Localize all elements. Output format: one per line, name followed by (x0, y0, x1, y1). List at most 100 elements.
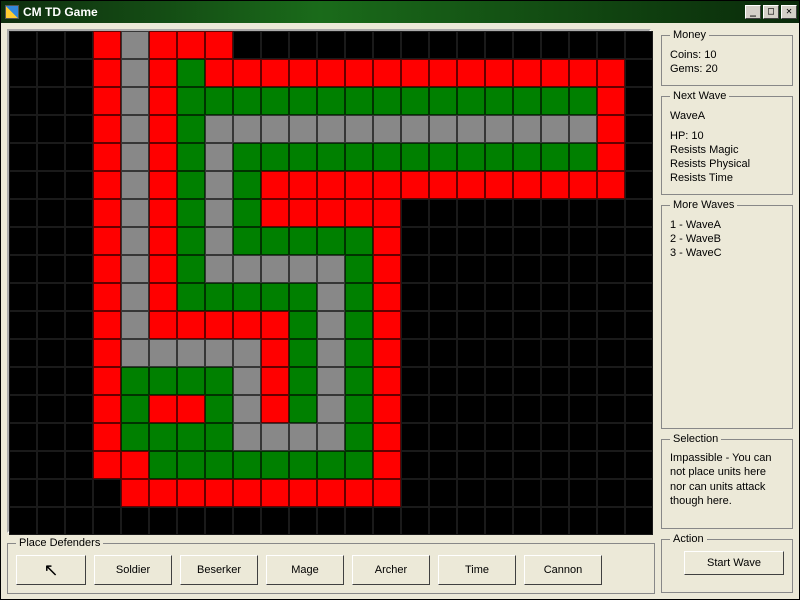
map-cell[interactable] (93, 479, 121, 507)
map-cell[interactable] (317, 423, 345, 451)
map-cell[interactable] (65, 255, 93, 283)
map-cell[interactable] (317, 87, 345, 115)
map-cell[interactable] (317, 339, 345, 367)
map-cell[interactable] (233, 367, 261, 395)
map-cell[interactable] (541, 311, 569, 339)
map-cell[interactable] (93, 199, 121, 227)
map-cell[interactable] (625, 255, 653, 283)
map-cell[interactable] (177, 115, 205, 143)
map-cell[interactable] (121, 227, 149, 255)
map-cell[interactable] (485, 423, 513, 451)
map-cell[interactable] (9, 143, 37, 171)
map-cell[interactable] (513, 395, 541, 423)
map-cell[interactable] (373, 171, 401, 199)
map-cell[interactable] (37, 367, 65, 395)
map-cell[interactable] (345, 339, 373, 367)
map-cell[interactable] (149, 59, 177, 87)
defender-button-cannon[interactable]: Cannon (524, 555, 602, 585)
map-cell[interactable] (345, 31, 373, 59)
map-cell[interactable] (429, 339, 457, 367)
defender-button-mage[interactable]: Mage (266, 555, 344, 585)
map-cell[interactable] (373, 199, 401, 227)
map-cell[interactable] (37, 59, 65, 87)
map-cell[interactable] (457, 283, 485, 311)
map-cell[interactable] (93, 143, 121, 171)
map-cell[interactable] (205, 59, 233, 87)
map-cell[interactable] (177, 143, 205, 171)
map-cell[interactable] (541, 451, 569, 479)
map-cell[interactable] (485, 115, 513, 143)
map-cell[interactable] (373, 31, 401, 59)
map-cell[interactable] (317, 171, 345, 199)
map-cell[interactable] (513, 367, 541, 395)
map-cell[interactable] (513, 479, 541, 507)
map-cell[interactable] (597, 339, 625, 367)
map-cell[interactable] (373, 143, 401, 171)
map-cell[interactable] (93, 115, 121, 143)
map-cell[interactable] (457, 339, 485, 367)
map-cell[interactable] (9, 59, 37, 87)
map-cell[interactable] (457, 171, 485, 199)
map-cell[interactable] (569, 227, 597, 255)
map-cell[interactable] (205, 87, 233, 115)
map-cell[interactable] (65, 451, 93, 479)
defender-button-soldier[interactable]: Soldier (94, 555, 172, 585)
map-cell[interactable] (345, 115, 373, 143)
map-cell[interactable] (289, 31, 317, 59)
start-wave-button[interactable]: Start Wave (684, 551, 784, 575)
map-cell[interactable] (597, 367, 625, 395)
map-cell[interactable] (65, 395, 93, 423)
map-cell[interactable] (261, 171, 289, 199)
map-cell[interactable] (569, 367, 597, 395)
map-cell[interactable] (569, 31, 597, 59)
map-cell[interactable] (177, 395, 205, 423)
map-cell[interactable] (121, 479, 149, 507)
map-cell[interactable] (569, 507, 597, 535)
map-cell[interactable] (205, 395, 233, 423)
map-cell[interactable] (121, 451, 149, 479)
map-cell[interactable] (93, 227, 121, 255)
map-cell[interactable] (289, 479, 317, 507)
map-cell[interactable] (37, 227, 65, 255)
map-cell[interactable] (289, 451, 317, 479)
map-cell[interactable] (261, 227, 289, 255)
map-cell[interactable] (569, 199, 597, 227)
map-cell[interactable] (541, 367, 569, 395)
map-cell[interactable] (401, 59, 429, 87)
map-cell[interactable] (541, 479, 569, 507)
map-cell[interactable] (513, 255, 541, 283)
map-cell[interactable] (121, 199, 149, 227)
map-cell[interactable] (345, 171, 373, 199)
map-cell[interactable] (149, 199, 177, 227)
map-cell[interactable] (485, 395, 513, 423)
map-cell[interactable] (149, 311, 177, 339)
map-cell[interactable] (373, 283, 401, 311)
map-cell[interactable] (513, 199, 541, 227)
map-cell[interactable] (345, 479, 373, 507)
map-cell[interactable] (149, 171, 177, 199)
map-cell[interactable] (149, 143, 177, 171)
map-cell[interactable] (9, 31, 37, 59)
map-cell[interactable] (317, 507, 345, 535)
map-cell[interactable] (93, 507, 121, 535)
map-cell[interactable] (261, 507, 289, 535)
map-cell[interactable] (457, 311, 485, 339)
map-cell[interactable] (429, 367, 457, 395)
map-cell[interactable] (149, 227, 177, 255)
map-cell[interactable] (485, 479, 513, 507)
map-cell[interactable] (429, 283, 457, 311)
map-cell[interactable] (429, 143, 457, 171)
map-cell[interactable] (457, 87, 485, 115)
map-cell[interactable] (597, 31, 625, 59)
map-cell[interactable] (37, 283, 65, 311)
map-cell[interactable] (205, 311, 233, 339)
map-cell[interactable] (261, 479, 289, 507)
map-cell[interactable] (429, 507, 457, 535)
map-cell[interactable] (569, 479, 597, 507)
map-cell[interactable] (121, 311, 149, 339)
map-cell[interactable] (233, 479, 261, 507)
map-cell[interactable] (65, 339, 93, 367)
map-cell[interactable] (429, 227, 457, 255)
maximize-button[interactable]: □ (763, 5, 779, 19)
map-cell[interactable] (401, 143, 429, 171)
